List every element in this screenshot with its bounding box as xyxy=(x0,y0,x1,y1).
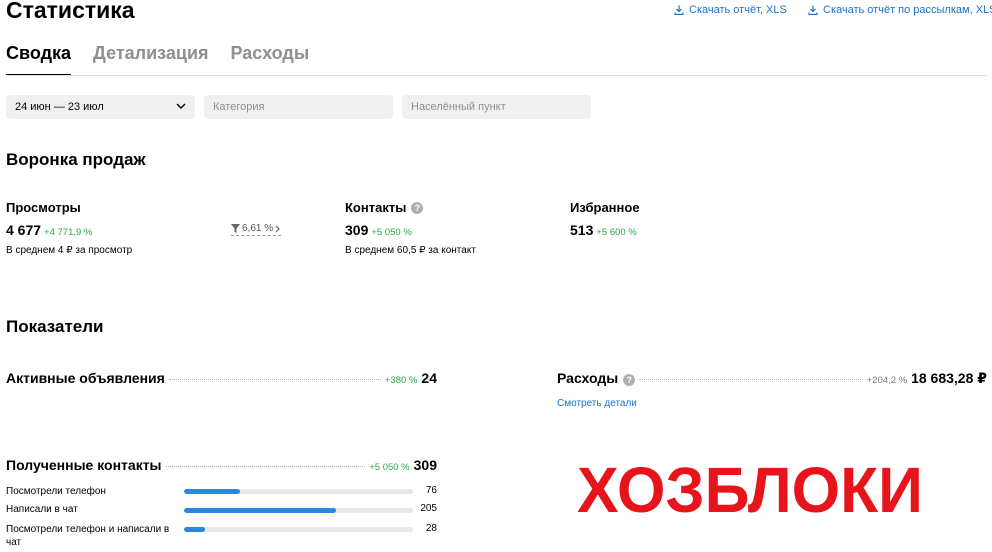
breakdown-bar-fill xyxy=(184,489,241,494)
expenses-label: Расходы xyxy=(557,370,619,386)
city-input[interactable]: Населённый пункт xyxy=(402,95,591,119)
tabs-divider xyxy=(6,75,987,76)
contacts-label: Контакты xyxy=(345,200,407,215)
help-icon[interactable]: ? xyxy=(411,202,424,214)
breakdown-bar-fill xyxy=(184,508,336,513)
views-sub: В среднем 4 ₽ за просмотр xyxy=(6,245,133,256)
breakdown-bar xyxy=(184,527,413,532)
tab-details[interactable]: Детализация xyxy=(93,41,209,76)
dotted-leader xyxy=(639,379,863,380)
brand-logo: ХОЗБЛОКИ xyxy=(577,454,923,524)
received-contacts-label: Полученные контакты xyxy=(6,457,162,473)
expenses-value: 18 683,28 ₽ xyxy=(911,370,987,386)
contacts-value: 309 xyxy=(345,222,369,238)
download-report-link[interactable]: Скачать отчёт, XLS xyxy=(674,3,787,17)
favorites-value-line: 513 +5 600 % xyxy=(570,221,640,242)
breakdown-value: 28 xyxy=(425,523,437,534)
views-delta: +4 771,9 % xyxy=(44,227,93,238)
download-icon xyxy=(808,5,818,15)
chevron-right-icon xyxy=(275,225,280,232)
breakdown-bar xyxy=(184,508,413,513)
metrics-title: Показатели xyxy=(6,317,104,336)
contacts-value-line: 309 +5 050 % xyxy=(345,221,476,242)
active-ads-row: Активные объявления +380 % 24 xyxy=(6,370,437,386)
received-contacts-row: Полученные контакты +5 050 % 309 xyxy=(6,457,437,473)
period-select[interactable]: 24 июн — 23 июл xyxy=(6,95,195,119)
breakdown-value: 205 xyxy=(420,503,437,514)
views-value: 4 677 xyxy=(6,222,42,238)
period-value: 24 июн — 23 июл xyxy=(15,101,104,113)
conversion-badge[interactable]: 6,61 % xyxy=(231,222,282,236)
breakdown-value: 76 xyxy=(425,485,437,496)
download-report-label: Скачать отчёт, XLS xyxy=(689,4,787,16)
views-value-line: 4 677 +4 771,9 % xyxy=(6,221,132,242)
favorites-metric: Избранное 513 +5 600 % xyxy=(570,200,640,242)
active-ads-label: Активные объявления xyxy=(6,370,165,386)
views-label: Просмотры xyxy=(6,200,81,215)
favorites-delta: +5 600 % xyxy=(596,227,637,238)
download-mailing-report-label: Скачать отчёт по рассылкам, XLS xyxy=(823,4,992,16)
dotted-leader xyxy=(168,379,381,380)
contacts-delta: +5 050 % xyxy=(371,227,412,238)
tabs: Сводка Детализация Расходы xyxy=(6,41,309,76)
active-ads-value: 24 xyxy=(421,370,437,386)
chevron-down-icon xyxy=(176,103,186,109)
breakdown-label: Посмотрели телефон xyxy=(6,486,106,497)
contacts-sub: В среднем 60,5 ₽ за контакт xyxy=(345,245,476,256)
help-icon[interactable]: ? xyxy=(623,374,636,386)
contacts-label-row: Контакты ? xyxy=(345,200,476,216)
category-input[interactable]: Категория xyxy=(204,95,393,119)
received-contacts-value: 309 xyxy=(413,457,437,473)
breakdown-bar-fill xyxy=(184,527,205,532)
received-contacts-delta: +5 050 % xyxy=(369,462,410,473)
dotted-leader xyxy=(165,466,366,467)
download-mailing-report-link[interactable]: Скачать отчёт по рассылкам, XLS xyxy=(808,3,992,17)
active-ads-delta: +380 % xyxy=(384,375,418,386)
download-icon xyxy=(674,5,684,15)
conversion-value: 6,61 % xyxy=(242,223,274,234)
expenses-delta: +204,2 % xyxy=(866,375,908,386)
tab-summary[interactable]: Сводка xyxy=(6,41,72,76)
favorites-value: 513 xyxy=(570,222,594,238)
breakdown-label: Посмотрели телефон и написали в чат xyxy=(6,524,170,548)
contacts-metric: Контакты ? 309 +5 050 % В среднем 60,5 ₽ … xyxy=(345,200,476,257)
view-details-link[interactable]: Смотреть детали xyxy=(557,398,637,409)
brand-logo-text: ХОЗБЛОКИ xyxy=(577,454,923,524)
expenses-row: Расходы ? +204,2 % 18 683,28 ₽ xyxy=(557,370,987,387)
favorites-label: Избранное xyxy=(570,200,640,215)
breakdown-label: Написали в чат xyxy=(6,504,78,515)
page-title: Статистика xyxy=(6,0,135,23)
funnel-title: Воронка продаж xyxy=(6,150,146,169)
views-metric: Просмотры 4 677 +4 771,9 % В среднем 4 ₽ … xyxy=(6,200,132,257)
funnel-icon xyxy=(231,224,240,233)
tab-expenses[interactable]: Расходы xyxy=(231,41,310,76)
breakdown-bar xyxy=(184,489,413,494)
